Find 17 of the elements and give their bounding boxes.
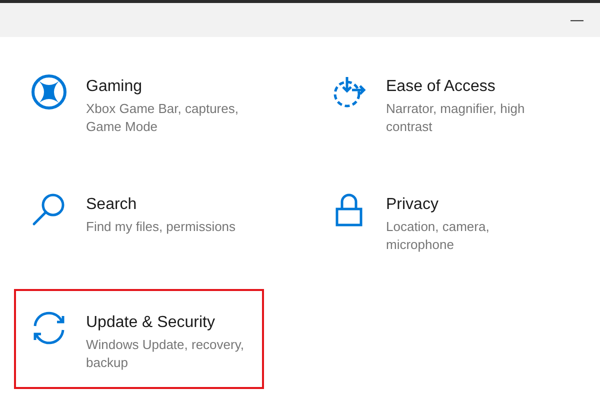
xbox-icon [30,73,68,111]
tile-title: Gaming [86,77,144,96]
tile-description: Windows Update, recovery, backup [86,336,245,372]
settings-tile[interactable]: Ease of Access Narrator, magnifier, high contrast [314,53,564,153]
tile-description: Find my files, permissions [86,218,236,236]
tile-title: Search [86,195,138,214]
settings-tile[interactable]: Search Find my files, permissions [14,171,264,271]
tile-description: Location, camera, microphone [386,218,490,254]
tile-title: Update & Security [86,313,216,332]
tile-title: Privacy [386,195,440,214]
tile-title: Ease of Access [386,77,496,96]
settings-tile[interactable]: Update & Security Windows Update, recovery, backup [14,289,264,389]
tile-description: Xbox Game Bar, captures, Game Mode [86,100,240,136]
settings-tile[interactable]: Privacy Location, camera, microphone [314,171,564,271]
tile-description: Narrator, magnifier, high contrast [386,100,526,136]
minimize-button[interactable]: — [554,3,600,37]
settings-tile[interactable]: Gaming Xbox Game Bar, captures, Game Mode [14,53,264,153]
